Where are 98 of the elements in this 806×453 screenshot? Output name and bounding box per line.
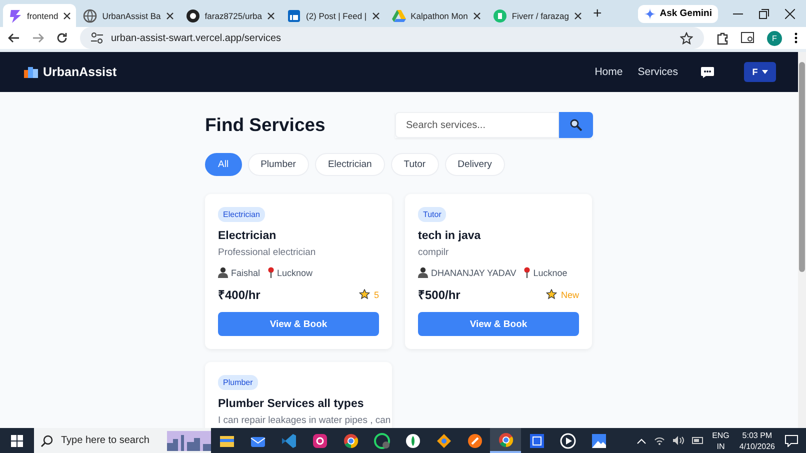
taskbar-search-field[interactable]: Type here to search bbox=[34, 428, 211, 453]
category-tag: Tutor bbox=[418, 207, 446, 222]
windows-icon[interactable] bbox=[11, 434, 23, 446]
city-skyline-icon bbox=[167, 430, 211, 450]
region-indicator[interactable]: IN bbox=[716, 440, 725, 452]
clock-time[interactable]: 5:03 PM bbox=[742, 430, 772, 440]
tune-icon bbox=[91, 32, 103, 44]
user-menu-button[interactable]: F bbox=[744, 62, 776, 82]
back-icon[interactable] bbox=[8, 32, 20, 44]
browser-tab[interactable]: UrbanAssist Ba bbox=[78, 4, 179, 27]
code-icon bbox=[280, 432, 296, 448]
reload-icon[interactable] bbox=[56, 32, 68, 44]
browser-tab[interactable]: Fiverr / farazag bbox=[488, 4, 587, 27]
service-title: Electrician bbox=[218, 230, 276, 242]
service-description: Professional electrician bbox=[218, 247, 316, 258]
service-title: Plumber Services all types bbox=[218, 398, 364, 410]
close-icon[interactable] bbox=[166, 12, 174, 20]
location-text: Lucknow bbox=[277, 268, 313, 278]
filter-chip[interactable]: Delivery bbox=[444, 153, 505, 176]
sparkle-icon bbox=[644, 8, 656, 20]
tab-search-icon[interactable] bbox=[741, 32, 755, 44]
price-text: ₹500/hr bbox=[418, 287, 460, 303]
new-tab-button[interactable]: + bbox=[588, 5, 606, 22]
nav-link[interactable]: Services bbox=[638, 66, 678, 78]
triangle-icon bbox=[392, 8, 406, 22]
globe-icon bbox=[83, 8, 98, 22]
puzzle-icon[interactable] bbox=[716, 32, 729, 44]
leaf-icon bbox=[404, 432, 420, 448]
filter-chip[interactable]: All bbox=[205, 153, 242, 176]
close-icon[interactable] bbox=[472, 12, 481, 20]
more-icon[interactable] bbox=[794, 32, 798, 44]
gemini-button[interactable]: Ask Gemini bbox=[638, 4, 718, 22]
language-indicator[interactable]: ENG bbox=[712, 430, 730, 440]
provider-name: DHANANJAY YADAV bbox=[431, 268, 516, 278]
taskbar-app[interactable] bbox=[490, 428, 521, 453]
pin-icon bbox=[524, 267, 530, 278]
pin-icon bbox=[268, 267, 274, 278]
camera-icon bbox=[312, 432, 328, 448]
chrome-icon bbox=[342, 432, 358, 448]
rating-text: 5 bbox=[374, 290, 379, 300]
forward-icon[interactable] bbox=[32, 32, 44, 44]
restore-icon[interactable] bbox=[759, 8, 769, 18]
bolt-icon bbox=[8, 8, 22, 22]
provider-name: Faishal bbox=[231, 268, 260, 278]
url-text: urban-assist-swart.vercel.app/services bbox=[111, 32, 282, 44]
browser-tab[interactable]: frontend bbox=[3, 4, 76, 27]
profile-avatar[interactable]: F bbox=[767, 30, 782, 46]
rating-text: New bbox=[560, 290, 579, 300]
price-text: ₹400/hr bbox=[218, 287, 260, 303]
scrollbar[interactable] bbox=[798, 52, 806, 428]
nav-link[interactable]: Home bbox=[594, 66, 623, 78]
close-icon[interactable] bbox=[785, 8, 795, 18]
search-field[interactable]: Search services... bbox=[395, 112, 559, 138]
chevron-up-icon[interactable] bbox=[637, 438, 646, 444]
scrollbar-thumb[interactable] bbox=[799, 62, 805, 272]
person-icon bbox=[218, 267, 228, 278]
star-icon bbox=[358, 289, 370, 300]
close-icon[interactable] bbox=[63, 12, 72, 20]
service-title: tech in java bbox=[418, 230, 481, 242]
play-icon bbox=[560, 432, 576, 448]
person-icon bbox=[418, 267, 428, 278]
notification-icon[interactable] bbox=[785, 434, 798, 446]
browser-tab[interactable]: (2) Post | Feed | bbox=[282, 4, 385, 27]
star-icon bbox=[546, 289, 557, 300]
service-description: compilr bbox=[418, 247, 449, 258]
clock-date[interactable]: 4/10/2026 bbox=[739, 440, 775, 452]
category-tag: Electrician bbox=[218, 207, 265, 222]
search-input[interactable]: Type here to search bbox=[59, 434, 161, 447]
page-heading: Find Services bbox=[205, 114, 326, 136]
search-icon bbox=[570, 119, 582, 131]
category-tag: Plumber bbox=[218, 375, 258, 390]
filter-chip[interactable]: Tutor bbox=[390, 153, 439, 176]
address-bar[interactable]: urban-assist-swart.vercel.app/services bbox=[80, 27, 704, 49]
search-icon bbox=[41, 434, 53, 446]
chrome-icon bbox=[498, 432, 514, 448]
diamond-icon bbox=[436, 432, 452, 448]
browser-tab[interactable]: Kalpathon Mon bbox=[386, 4, 486, 27]
filter-chip[interactable]: Electrician bbox=[314, 153, 385, 176]
buildings-icon bbox=[24, 66, 38, 78]
close-icon[interactable] bbox=[372, 12, 380, 20]
wifi-icon[interactable] bbox=[654, 436, 666, 445]
circle-icon bbox=[492, 8, 507, 22]
close-icon[interactable] bbox=[574, 12, 582, 20]
speaker-icon[interactable] bbox=[673, 436, 684, 445]
star-icon[interactable] bbox=[680, 32, 693, 44]
location-text: Lucknoe bbox=[533, 268, 568, 278]
pen-icon bbox=[466, 432, 482, 448]
brand-name[interactable]: UrbanAssist bbox=[43, 65, 117, 79]
caret-icon bbox=[762, 70, 768, 74]
browser-tab[interactable]: faraz8725/urba bbox=[180, 4, 280, 27]
battery-icon[interactable] bbox=[692, 437, 704, 444]
search-button[interactable] bbox=[559, 112, 593, 138]
photo-icon bbox=[590, 432, 606, 448]
filter-chip[interactable]: Plumber bbox=[248, 153, 309, 176]
close-icon[interactable] bbox=[266, 12, 275, 20]
view-book-button[interactable]: View & Book bbox=[218, 312, 379, 336]
view-book-button[interactable]: View & Book bbox=[418, 312, 579, 336]
service-description: I can repair leakages in water pipes , can bbox=[218, 415, 391, 426]
